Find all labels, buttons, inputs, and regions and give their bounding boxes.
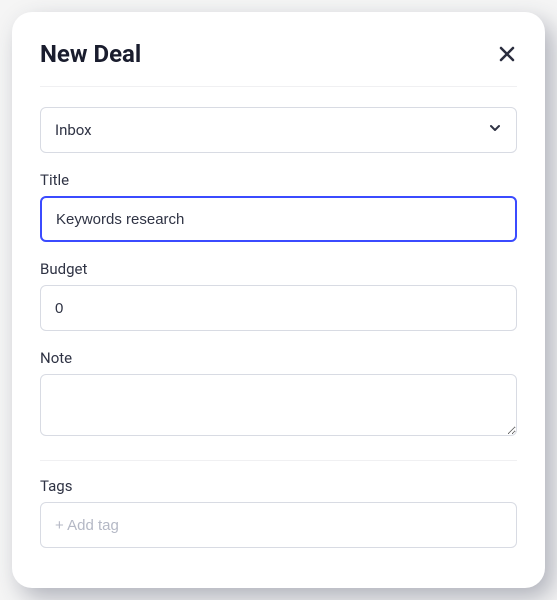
close-icon[interactable] bbox=[497, 44, 517, 64]
modal-header: New Deal bbox=[40, 40, 517, 87]
tags-input[interactable] bbox=[40, 502, 517, 548]
budget-field-group: Budget bbox=[40, 260, 517, 331]
modal-title: New Deal bbox=[40, 40, 141, 68]
tags-label: Tags bbox=[40, 477, 517, 495]
title-label: Title bbox=[40, 171, 517, 189]
pipeline-select-group: Inbox bbox=[40, 107, 517, 153]
divider bbox=[40, 460, 517, 461]
title-field-group: Title bbox=[40, 171, 517, 242]
note-input[interactable] bbox=[40, 374, 517, 436]
new-deal-modal: New Deal Inbox Title Budget Note bbox=[12, 12, 545, 588]
pipeline-select[interactable]: Inbox bbox=[40, 107, 517, 153]
note-label: Note bbox=[40, 349, 517, 367]
tags-field-group: Tags bbox=[40, 477, 517, 548]
title-input[interactable] bbox=[40, 196, 517, 242]
budget-label: Budget bbox=[40, 260, 517, 278]
note-field-group: Note bbox=[40, 349, 517, 440]
budget-input[interactable] bbox=[40, 285, 517, 331]
pipeline-selected-value: Inbox bbox=[55, 121, 92, 139]
